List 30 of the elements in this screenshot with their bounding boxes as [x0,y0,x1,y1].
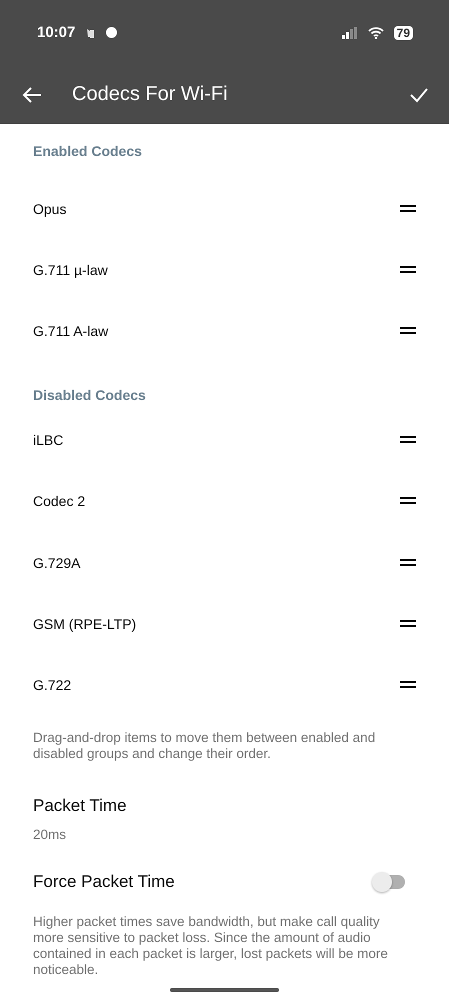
setting-title[interactable]: Packet Time [33,796,449,816]
drag-handle-icon[interactable] [400,204,416,213]
codec-item[interactable]: G.722 [33,677,400,694]
status-time: 10:07 [37,24,76,41]
setting-title: Force Packet Time [33,872,176,892]
drag-handle-icon[interactable] [400,497,416,506]
wifi-icon [368,26,384,38]
drag-handle-icon[interactable] [400,558,416,567]
setting-value: 20ms [33,827,68,842]
dot-icon [106,27,118,38]
section-header: Enabled Codecs [33,142,143,161]
codec-item[interactable]: GSM (RPE-LTP) [33,616,400,632]
toggle-switch[interactable] [373,875,405,890]
note-text: Higher packet times save bandwidth, but make call quality more sensitive to packet loss. Since the amount of audio contained in each packet is larger, lost packets will be more noticeable. [33,914,389,978]
codec-item[interactable]: G.711 A-law [33,323,400,340]
screen-title: Codecs For Wi-Fi [72,83,229,106]
hint-text: Drag-and-drop items to move them between enabled and disabled groups and change their order. [33,730,376,762]
drag-handle-icon[interactable] [400,681,416,690]
drag-handle-icon[interactable] [400,436,416,444]
drag-handle-icon[interactable] [400,620,416,628]
drag-handle-icon[interactable] [400,266,416,274]
signal-icon [342,26,358,38]
codec-item[interactable]: Opus [33,200,400,217]
section-header: Disabled Codecs [33,386,147,406]
drag-handle-icon[interactable] [400,327,416,336]
codec-item[interactable]: Codec 2 [33,493,400,510]
codec-item[interactable]: G.729A [33,554,400,571]
battery-level: 79 [394,26,413,40]
codec-item[interactable]: G.711 µ-law [33,262,400,278]
codec-item[interactable]: iLBC [33,432,400,448]
